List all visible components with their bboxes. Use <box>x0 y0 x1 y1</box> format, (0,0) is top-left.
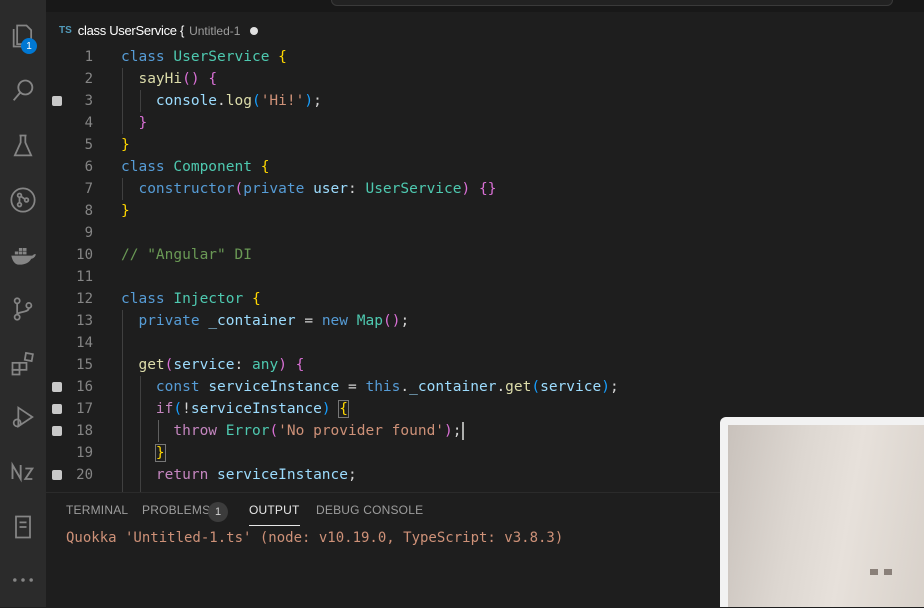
code-line: if(!serviceInstance) { <box>155 400 349 418</box>
line-number: 3 <box>84 93 93 109</box>
webcam-video <box>728 425 924 607</box>
run-debug-icon[interactable] <box>7 401 39 433</box>
output-text: Quokka 'Untitled-1.ts' (node: v10.19.0, … <box>66 530 564 546</box>
line-number: 11 <box>76 269 93 285</box>
line-number: 6 <box>84 159 93 175</box>
line-number: 15 <box>76 357 93 373</box>
code-line: class Injector { <box>121 291 261 307</box>
tab-debug-console[interactable]: DEBUG CONSOLE <box>316 503 423 517</box>
code-line: sayHi() { <box>138 71 218 87</box>
extensions-icon[interactable] <box>7 348 39 380</box>
explorer-badge: 1 <box>21 38 37 54</box>
command-center[interactable] <box>331 0 893 6</box>
title-bar <box>46 0 924 12</box>
source-control-icon[interactable] <box>7 293 39 325</box>
remote-icon[interactable] <box>7 511 39 543</box>
code-line: throw Error('No provider found'); <box>173 422 464 440</box>
wall-outlet <box>870 569 878 575</box>
code-line: get(service: any) { <box>138 357 305 373</box>
code-line: private _container = new Map(); <box>138 313 410 329</box>
line-number: 9 <box>84 225 93 241</box>
line-number: 1 <box>84 49 93 65</box>
line-number: 2 <box>84 71 93 87</box>
code-line: } <box>154 444 166 462</box>
line-number: 5 <box>84 137 93 153</box>
code-line: // "Angular" DI <box>121 247 252 263</box>
line-number: 13 <box>76 313 93 329</box>
code-line: constructor(private user: UserService) {… <box>138 181 497 197</box>
line-number: 10 <box>76 247 93 263</box>
tab-title: class UserService { <box>77 23 185 38</box>
line-number: 12 <box>76 291 93 307</box>
code-line: } <box>121 203 130 219</box>
text-cursor <box>461 422 464 440</box>
line-number: 19 <box>76 445 93 461</box>
code-line: class Component { <box>121 159 270 175</box>
line-number: 16 <box>76 379 93 395</box>
line-number: 4 <box>84 115 93 131</box>
tab-untitled-1[interactable]: TS class UserService { Untitled-1 <box>46 12 282 49</box>
line-number: 17 <box>76 401 93 417</box>
nx-icon[interactable] <box>7 456 39 488</box>
git-icon[interactable] <box>7 184 39 216</box>
tab-terminal[interactable]: TERMINAL <box>66 503 128 517</box>
wall-outlet <box>884 569 892 575</box>
editor-tabs: TS class UserService { Untitled-1 <box>46 12 924 49</box>
code-line: } <box>138 115 148 131</box>
code-line: const serviceInstance = this._container.… <box>155 379 619 395</box>
code-line: class UserService { <box>121 49 287 65</box>
tab-output[interactable]: OUTPUT <box>249 503 300 526</box>
line-number: 20 <box>76 467 93 483</box>
tab-description: Untitled-1 <box>189 23 241 38</box>
line-number: 18 <box>76 423 93 439</box>
line-number: 7 <box>84 181 93 197</box>
unsaved-dot-icon[interactable] <box>250 26 259 35</box>
more-icon[interactable] <box>7 564 39 596</box>
problems-count-badge: 1 <box>208 502 228 522</box>
testing-icon[interactable] <box>7 130 39 162</box>
typescript-icon: TS <box>59 25 72 36</box>
search-icon[interactable] <box>7 75 39 107</box>
code-line: console.log('Hi!'); <box>155 93 322 109</box>
activity-bar: 1 <box>0 0 46 607</box>
code-line: } <box>121 137 130 153</box>
line-number: 8 <box>84 203 93 219</box>
docker-icon[interactable] <box>7 239 39 271</box>
webcam-overlay <box>720 417 924 607</box>
code-line: return serviceInstance; <box>155 467 357 483</box>
line-number: 14 <box>76 335 93 351</box>
tab-problems[interactable]: PROBLEMS <box>142 503 210 517</box>
